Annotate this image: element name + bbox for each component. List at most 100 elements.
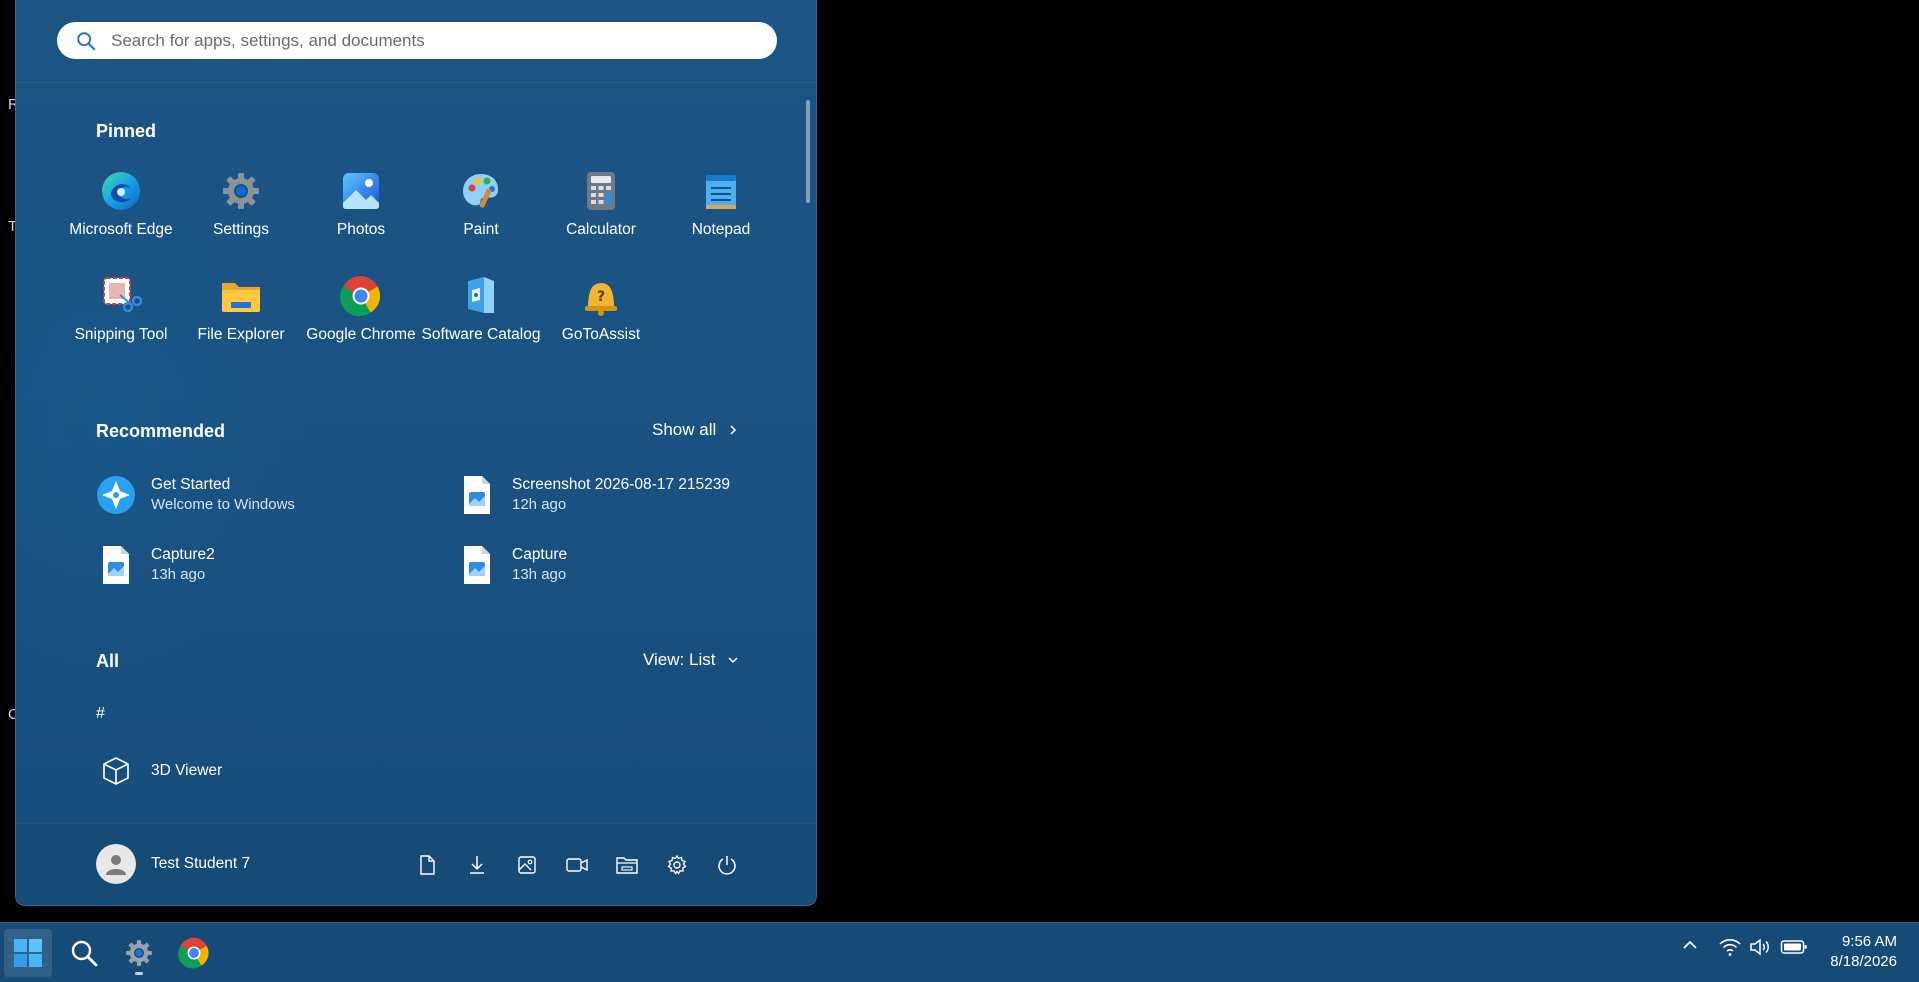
recommended-item-title: Screenshot 2026-08-17 215239 xyxy=(512,476,731,493)
pictures-icon xyxy=(518,856,536,874)
image-file-icon xyxy=(456,474,498,516)
start-menu: Pinned Microsoft Edge Settings Photos Pa xyxy=(15,0,817,906)
chrome-icon xyxy=(340,275,382,317)
paint-palette-icon xyxy=(460,170,502,212)
pinned-item-label: File Explorer xyxy=(197,326,285,343)
image-file-icon xyxy=(95,544,137,586)
running-indicator xyxy=(135,972,143,975)
power-button[interactable] xyxy=(712,850,742,880)
recommended-item-subtitle: Welcome to Windows xyxy=(151,496,295,513)
pinned-item-label: Settings xyxy=(212,221,269,238)
recommended-item-get-started[interactable]: Get Started Welcome to Windows xyxy=(95,474,295,516)
pinned-item-label: Calculator xyxy=(566,221,636,238)
taskbar: 9:56 AM 8/18/2026 xyxy=(0,922,1919,982)
pinned-item-software-catalog[interactable]: Software Catalog xyxy=(421,275,541,375)
recommended-item-screenshot[interactable]: Screenshot 2026-08-17 215239 12h ago xyxy=(456,474,730,516)
taskbar-chrome-button[interactable] xyxy=(170,929,218,977)
recommended-item-subtitle: 13h ago xyxy=(151,566,206,583)
chevron-right-icon xyxy=(730,425,737,435)
search-box[interactable] xyxy=(57,22,777,59)
photos-icon xyxy=(340,170,382,212)
app-group-header[interactable]: # xyxy=(96,705,105,723)
pinned-item-gotoassist[interactable]: ? GoToAssist xyxy=(541,275,661,375)
pinned-item-label: Notepad xyxy=(691,221,751,238)
wifi-icon xyxy=(1719,939,1741,956)
recommended-item-title: Capture2 xyxy=(151,546,215,563)
file-explorer-icon xyxy=(616,857,638,874)
image-file-icon xyxy=(456,544,498,586)
gear-icon xyxy=(126,940,152,966)
chevron-down-icon xyxy=(728,657,738,664)
recommended-item-capture2[interactable]: Capture2 13h ago xyxy=(95,544,215,586)
svg-text:?: ? xyxy=(597,289,605,305)
pinned-item-microsoft-edge[interactable]: Microsoft Edge xyxy=(61,170,181,270)
show-all-button[interactable]: Show all xyxy=(652,420,738,440)
chrome-icon xyxy=(178,937,209,969)
search-input[interactable] xyxy=(111,30,731,51)
pinned-item-label: Photos xyxy=(336,221,386,238)
recommended-item-title: Capture xyxy=(512,546,568,563)
pinned-item-google-chrome[interactable]: Google Chrome xyxy=(301,275,421,375)
settings-button[interactable] xyxy=(662,850,692,880)
documents-icon xyxy=(420,855,435,875)
downloads-button[interactable] xyxy=(462,850,492,880)
view-list-button[interactable]: View: List xyxy=(643,650,739,670)
recommended-item-capture[interactable]: Capture 13h ago xyxy=(456,544,567,586)
gotoassist-icon: ? xyxy=(580,275,622,317)
videos-icon xyxy=(566,858,588,872)
pinned-item-calculator[interactable]: Calculator xyxy=(541,170,661,270)
battery-button[interactable] xyxy=(1780,938,1808,956)
search-icon xyxy=(77,31,96,50)
recommended-item-subtitle: 12h ago xyxy=(512,496,567,513)
volume-button[interactable] xyxy=(1748,937,1772,957)
pinned-item-label: Software Catalog xyxy=(421,326,541,343)
pinned-item-paint[interactable]: Paint xyxy=(421,170,541,270)
search-icon xyxy=(71,940,98,967)
user-account-button[interactable]: Test Student 7 xyxy=(96,844,250,884)
taskbar-settings-button[interactable] xyxy=(115,929,163,977)
pinned-item-label: Snipping Tool xyxy=(74,326,168,343)
downloads-icon xyxy=(470,856,484,874)
all-apps-title: All xyxy=(96,651,120,671)
user-name: Test Student 7 xyxy=(151,855,251,872)
scrollbar-thumb[interactable] xyxy=(806,100,810,203)
recommended-item-title: Get Started xyxy=(151,476,231,493)
pinned-item-label: Google Chrome xyxy=(306,326,416,343)
pinned-item-snipping-tool[interactable]: Snipping Tool xyxy=(61,275,181,375)
pictures-button[interactable] xyxy=(512,850,542,880)
videos-button[interactable] xyxy=(562,850,592,880)
clock-time: 9:56 AM xyxy=(1841,933,1897,950)
network-button[interactable] xyxy=(1718,937,1742,957)
gear-icon xyxy=(220,170,262,212)
documents-button[interactable] xyxy=(412,850,442,880)
divider xyxy=(16,82,816,83)
app-list-item-3d-viewer[interactable]: 3D Viewer xyxy=(95,750,222,792)
cube-icon xyxy=(95,750,137,792)
power-icon xyxy=(718,856,736,875)
user-icon xyxy=(106,855,126,875)
pinned-item-label: Microsoft Edge xyxy=(69,221,173,238)
pinned-item-notepad[interactable]: Notepad xyxy=(661,170,781,270)
file-explorer-button[interactable] xyxy=(612,850,642,880)
clock-date: 8/18/2026 xyxy=(1830,953,1897,970)
snipping-tool-icon xyxy=(100,275,142,317)
system-clock[interactable]: 9:56 AM 8/18/2026 xyxy=(1830,932,1897,972)
calculator-icon xyxy=(580,170,622,212)
show-hidden-icons-button[interactable] xyxy=(1682,939,1698,951)
pinned-item-label: Paint xyxy=(463,221,499,238)
get-started-icon xyxy=(95,474,137,516)
taskbar-search-button[interactable] xyxy=(60,929,108,977)
show-all-label: Show all xyxy=(652,420,717,439)
avatar xyxy=(96,844,136,884)
settings-icon xyxy=(667,854,687,875)
pinned-item-file-explorer[interactable]: File Explorer xyxy=(181,275,301,375)
edge-icon xyxy=(100,170,142,212)
speaker-icon xyxy=(1750,938,1769,956)
view-list-label: View: List xyxy=(643,650,716,669)
pinned-item-settings[interactable]: Settings xyxy=(181,170,301,270)
recommended-title: Recommended xyxy=(96,421,226,441)
start-button[interactable] xyxy=(4,929,52,977)
software-catalog-icon xyxy=(460,275,502,317)
recommended-item-subtitle: 13h ago xyxy=(512,566,567,583)
pinned-item-photos[interactable]: Photos xyxy=(301,170,421,270)
